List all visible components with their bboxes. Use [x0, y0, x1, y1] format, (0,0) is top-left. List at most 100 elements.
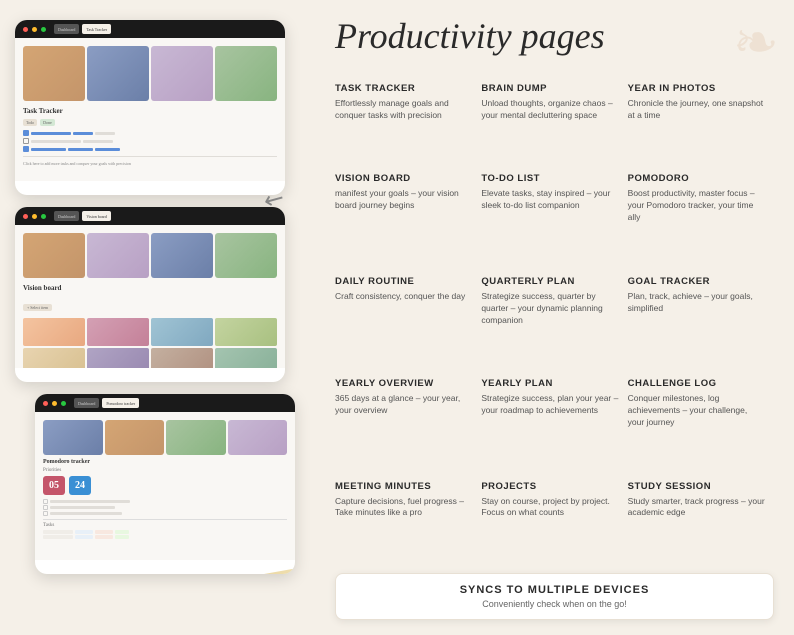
- photo-cell-3: [151, 46, 213, 101]
- priority-check-1[interactable]: [43, 499, 48, 504]
- feature-challenge-log: CHALLENGE LOG Conquer milestones, log ac…: [628, 372, 774, 474]
- features-grid: TASK TRACKER Effortlessly manage goals a…: [335, 77, 774, 565]
- pomo-val-5: [95, 535, 113, 539]
- deco-swirl: ❧: [733, 10, 779, 74]
- feature-title-10: YEARLY PLAN: [481, 378, 619, 389]
- vision-board-content: Vision board + Select item: [15, 225, 285, 368]
- pomo-photo-1: [43, 420, 103, 455]
- vision-photo-4: [215, 233, 277, 278]
- feature-todo-list: TO-DO LIST Elevate tasks, stay inspired …: [481, 167, 627, 269]
- sync-title: SYNCS TO MULTIPLE DEVICES: [356, 584, 753, 596]
- photo-grid: [23, 46, 277, 101]
- feature-desc-13: Stay on course, project by project. Focu…: [481, 496, 619, 520]
- feature-title-5: POMODORO: [628, 173, 766, 184]
- feature-brain-dump: BRAIN DUMP Unload thoughts, organize cha…: [481, 77, 627, 167]
- task-checkbox[interactable]: [23, 130, 29, 136]
- feature-task-tracker: TASK TRACKER Effortlessly manage goals a…: [335, 77, 481, 167]
- task-checkbox-3[interactable]: [23, 146, 29, 152]
- vision-cell-3: [151, 318, 213, 346]
- feature-title-1: BRAIN DUMP: [481, 83, 619, 94]
- tab-pomo[interactable]: Pomodoro tracker: [102, 398, 139, 408]
- vision-grid: [23, 318, 277, 368]
- tab-dash-2[interactable]: Dashboard: [54, 211, 79, 221]
- left-panel: Dashboard Task Tracker Task Tracker Todo…: [0, 0, 310, 635]
- pomo-seconds: 24: [69, 476, 91, 495]
- task-bar-2: [73, 132, 93, 135]
- vision-cell-6: [87, 348, 149, 368]
- vision-btn[interactable]: + Select item: [23, 304, 52, 311]
- close-dot-2: [23, 214, 28, 219]
- pomo-val-4: [75, 535, 93, 539]
- feature-meeting-minutes: MEETING MINUTES Capture decisions, fuel …: [335, 475, 481, 565]
- filter-todo[interactable]: Todo: [23, 119, 37, 126]
- pomo-val-2: [95, 530, 113, 534]
- task-bar-1: [31, 132, 71, 135]
- feature-desc-10: Strategize success, plan your year – you…: [481, 393, 619, 417]
- feature-year-photos: YEAR IN PHOTOS Chronicle the journey, on…: [628, 77, 774, 167]
- photo-cell-4: [215, 46, 277, 101]
- task-footer-text: Click here to add more tasks and conquer…: [23, 161, 277, 167]
- priority-check-2[interactable]: [43, 505, 48, 510]
- feature-yearly-overview: YEARLY OVERVIEW 365 days at a glance – y…: [335, 372, 481, 474]
- feature-title-2: YEAR IN PHOTOS: [628, 83, 766, 94]
- filter-done[interactable]: Done: [40, 119, 55, 126]
- feature-desc-8: Plan, track, achieve – your goals, simpl…: [628, 291, 766, 315]
- task-tracker-content: Task Tracker Todo Done: [15, 38, 285, 181]
- minimize-dot-2: [32, 214, 37, 219]
- feature-title-3: VISION BOARD: [335, 173, 473, 184]
- tab-dashboard[interactable]: Dashboard: [54, 24, 79, 34]
- feature-goal-tracker: GOAL TRACKER Plan, track, achieve – your…: [628, 270, 774, 372]
- pomo-priority-label: Priorities: [43, 468, 287, 473]
- tab-vision[interactable]: Vision board: [82, 211, 111, 221]
- feature-pomodoro: POMODORO Boost productivity, master focu…: [628, 167, 774, 269]
- pomo-photo-2: [105, 420, 165, 455]
- task-bar-6: [31, 148, 66, 151]
- feature-title-11: CHALLENGE LOG: [628, 378, 766, 389]
- pomo-minutes: 05: [43, 476, 65, 495]
- feature-desc-2: Chronicle the journey, one snapshot at a…: [628, 98, 766, 122]
- vision-cell-8: [215, 348, 277, 368]
- feature-desc-11: Conquer milestones, log achievements – y…: [628, 393, 766, 429]
- photo-cell-1: [23, 46, 85, 101]
- task-tracker-device: Dashboard Task Tracker Task Tracker Todo…: [15, 20, 285, 195]
- priority-bar-3: [50, 512, 122, 515]
- pomo-photo-4: [228, 420, 288, 455]
- vision-cell-2: [87, 318, 149, 346]
- pomodoro-content: Pomodoro tracker Priorities 05 24: [35, 412, 295, 560]
- priority-check-3[interactable]: [43, 511, 48, 516]
- pencil-decoration: [230, 566, 295, 574]
- device-top-bar: Dashboard Task Tracker: [15, 20, 285, 38]
- feature-title-12: MEETING MINUTES: [335, 481, 473, 492]
- sync-banner: SYNCS TO MULTIPLE DEVICES Conveniently c…: [335, 573, 774, 620]
- vision-photo-1: [23, 233, 85, 278]
- tab-dash-3[interactable]: Dashboard: [74, 398, 99, 408]
- pomo-table-row-2: [43, 535, 287, 539]
- feature-title-13: PROJECTS: [481, 481, 619, 492]
- vision-cell-5: [23, 348, 85, 368]
- pomo-date-1: [43, 530, 73, 534]
- pomo-table-row-1: [43, 530, 287, 534]
- tab-task-tracker[interactable]: Task Tracker: [82, 24, 111, 34]
- pomo-timer: 05 24: [43, 476, 287, 495]
- task-bar-8: [95, 148, 120, 151]
- vision-cell-7: [151, 348, 213, 368]
- vision-board-device: Dashboard Vision board Vision board + Se…: [15, 207, 285, 382]
- priority-row-2: [43, 505, 287, 510]
- pomo-photo-grid: [43, 420, 287, 455]
- priority-row-1: [43, 499, 287, 504]
- pomo-date-2: [43, 535, 73, 539]
- vision-photo-grid: [23, 233, 277, 278]
- feature-desc-4: Elevate tasks, stay inspired – your slee…: [481, 188, 619, 212]
- content-label: Task Tracker: [23, 107, 277, 115]
- pomodoro-device: Dashboard Pomodoro tracker Pomodoro trac…: [35, 394, 295, 574]
- task-row-2: [23, 138, 277, 144]
- task-checkbox-2[interactable]: [23, 138, 29, 144]
- vision-cell-4: [215, 318, 277, 346]
- feature-daily-routine: DAILY ROUTINE Craft consistency, conquer…: [335, 270, 481, 372]
- task-row: [23, 130, 277, 136]
- minimize-dot-3: [52, 401, 57, 406]
- feature-title-9: YEARLY OVERVIEW: [335, 378, 473, 389]
- feature-title-7: QUARTERLY PLAN: [481, 276, 619, 287]
- feature-title-14: STUDY SESSION: [628, 481, 766, 492]
- feature-desc-3: manifest your goals – your vision board …: [335, 188, 473, 212]
